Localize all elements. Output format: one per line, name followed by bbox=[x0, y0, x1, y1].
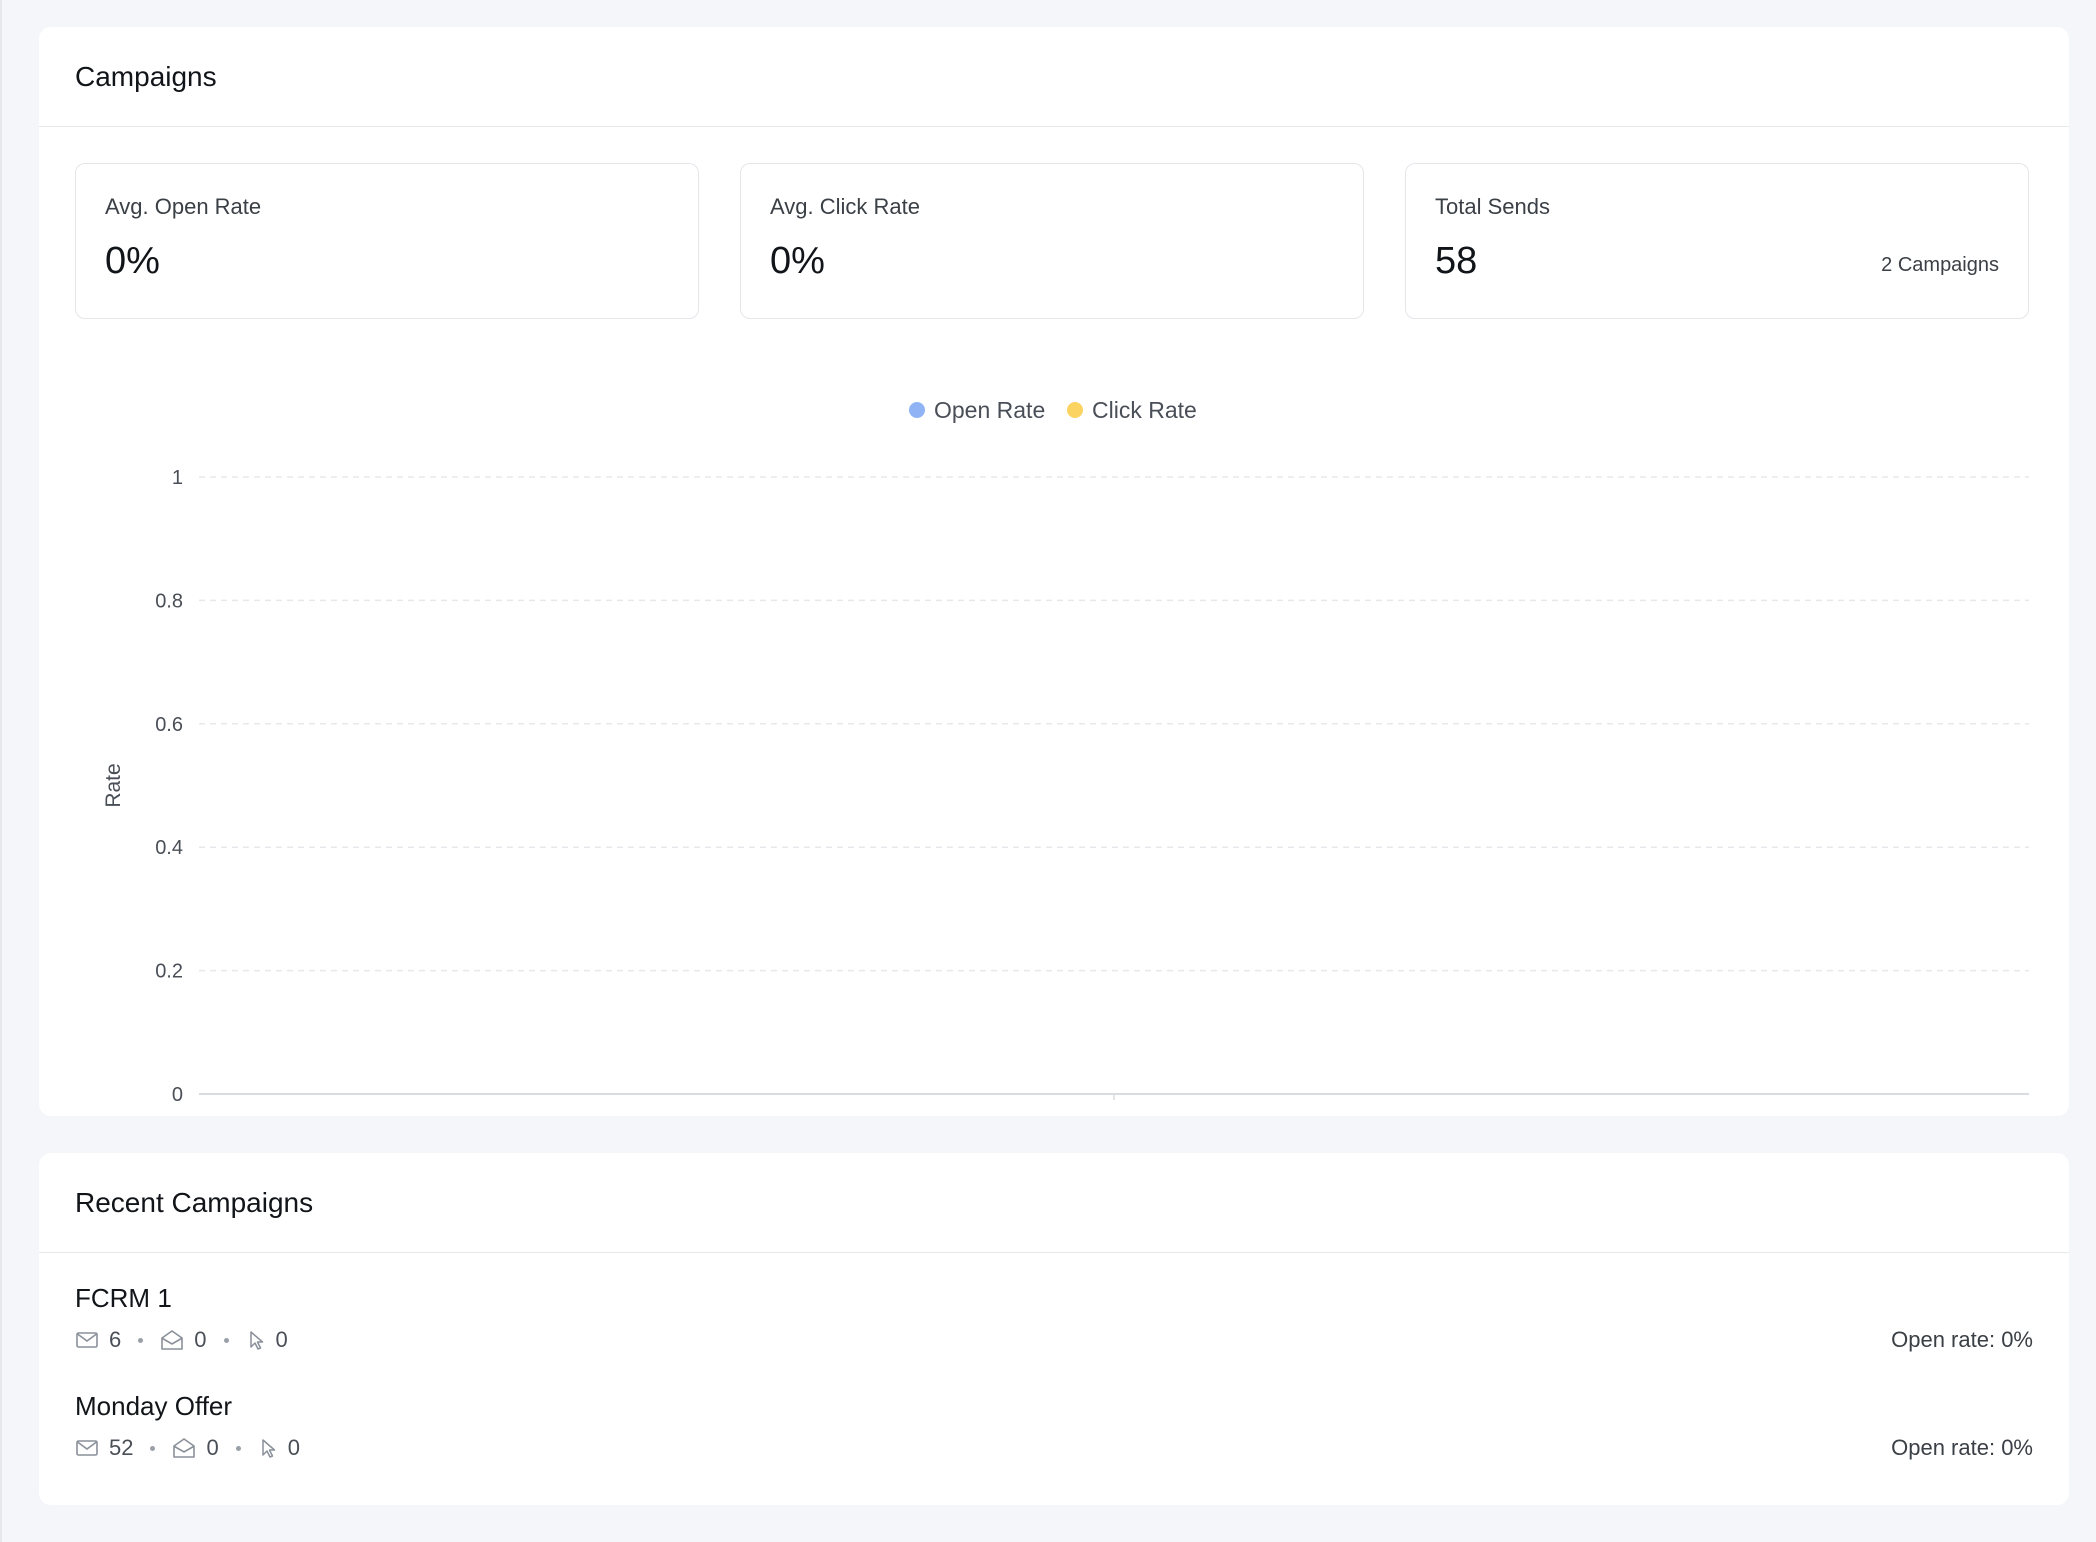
campaigns-card-header: Campaigns bbox=[39, 27, 2069, 127]
stat-label: Avg. Open Rate bbox=[105, 194, 262, 219]
stats-row: Avg. Open Rate 0% Avg. Click Rate 0% Tot… bbox=[75, 163, 2033, 319]
recent-campaigns-header: Recent Campaigns bbox=[39, 1153, 2069, 1253]
stat-label: Total Sends bbox=[1435, 194, 1550, 219]
mail-open-icon bbox=[161, 1330, 184, 1350]
y-tick-label: 0.8 bbox=[155, 590, 183, 612]
sent-count: 6 bbox=[109, 1327, 122, 1352]
campaign-metrics: 52 0 0 bbox=[75, 1433, 300, 1463]
legend-label: Click Rate bbox=[1092, 397, 1197, 423]
cursor-click-icon bbox=[261, 1439, 275, 1458]
separator-dot bbox=[150, 1445, 156, 1451]
sent-metric: 6 bbox=[75, 1327, 121, 1353]
stat-card-open-rate: Avg. Open Rate 0% bbox=[75, 163, 699, 319]
y-tick-label: 0.4 bbox=[155, 837, 183, 859]
y-tick-label: 0.2 bbox=[155, 961, 183, 983]
dashboard-page: Campaigns Avg. Open Rate 0% Avg. Click R… bbox=[0, 0, 2096, 1542]
sent-count: 52 bbox=[109, 1435, 134, 1460]
stat-card-total-sends: Total Sends 58 2 Campaigns bbox=[1405, 163, 2029, 319]
list-item[interactable]: FCRM 1 6 0 0 Open rate: 0% bbox=[75, 1283, 2033, 1391]
campaigns-title: Campaigns bbox=[75, 60, 217, 92]
sent-metric: 52 bbox=[75, 1435, 133, 1461]
clicked-metric: 0 bbox=[258, 1435, 300, 1461]
separator-dot bbox=[223, 1337, 229, 1343]
recent-campaigns-list: FCRM 1 6 0 0 Open rate: 0% Monday Offer … bbox=[75, 1283, 2033, 1499]
stat-value: 0% bbox=[105, 240, 160, 282]
stat-value: 0% bbox=[770, 240, 825, 282]
stat-card-click-rate: Avg. Click Rate 0% bbox=[740, 163, 1364, 319]
campaign-count: 2 Campaigns bbox=[1881, 254, 1999, 276]
y-tick-label: 0 bbox=[172, 1084, 183, 1106]
mail-icon bbox=[76, 1440, 98, 1456]
recent-campaigns-card: Recent Campaigns FCRM 1 6 0 0 Open rate:… bbox=[39, 1153, 2069, 1505]
recent-campaigns-title: Recent Campaigns bbox=[75, 1186, 314, 1218]
stat-value: 58 bbox=[1435, 240, 1478, 282]
campaigns-card: Campaigns Avg. Open Rate 0% Avg. Click R… bbox=[39, 27, 2069, 1116]
campaign-metrics: 6 0 0 bbox=[75, 1325, 288, 1355]
opened-metric: 0 bbox=[160, 1327, 207, 1353]
stat-label: Avg. Click Rate bbox=[770, 194, 920, 219]
cursor-click-icon bbox=[249, 1331, 263, 1350]
separator-dot bbox=[138, 1337, 144, 1343]
campaign-name[interactable]: Monday Offer bbox=[75, 1391, 232, 1422]
mail-open-icon bbox=[173, 1438, 196, 1458]
y-axis-label: Rate bbox=[102, 763, 125, 807]
clicked-count: 0 bbox=[287, 1435, 300, 1460]
mail-icon bbox=[76, 1332, 98, 1348]
clicked-metric: 0 bbox=[246, 1327, 288, 1353]
legend-label: Open Rate bbox=[934, 397, 1045, 423]
opened-count: 0 bbox=[194, 1327, 207, 1352]
open-rate-text: Open rate: 0% bbox=[1891, 1435, 2033, 1460]
list-item[interactable]: Monday Offer 52 0 0 Open rate: 0% bbox=[75, 1391, 2033, 1499]
open-rate-text: Open rate: 0% bbox=[1891, 1327, 2033, 1352]
clicked-count: 0 bbox=[275, 1327, 288, 1352]
y-tick-label: 1 bbox=[172, 467, 183, 489]
y-tick-label: 0.6 bbox=[155, 714, 183, 736]
opened-count: 0 bbox=[206, 1435, 219, 1460]
rate-chart-svg: Open Rate Click Rate 0 0.2 0.4 0.6 0.8 1 Rate bbox=[102, 397, 2029, 1106]
legend-swatch bbox=[1067, 402, 1083, 418]
legend-swatch bbox=[909, 402, 925, 418]
rate-chart: Open Rate Click Rate 0 0.2 0.4 0.6 0.8 1 Rate bbox=[39, 357, 2069, 1117]
opened-metric: 0 bbox=[172, 1435, 219, 1461]
separator-dot bbox=[235, 1445, 241, 1451]
campaign-name[interactable]: FCRM 1 bbox=[75, 1283, 172, 1314]
